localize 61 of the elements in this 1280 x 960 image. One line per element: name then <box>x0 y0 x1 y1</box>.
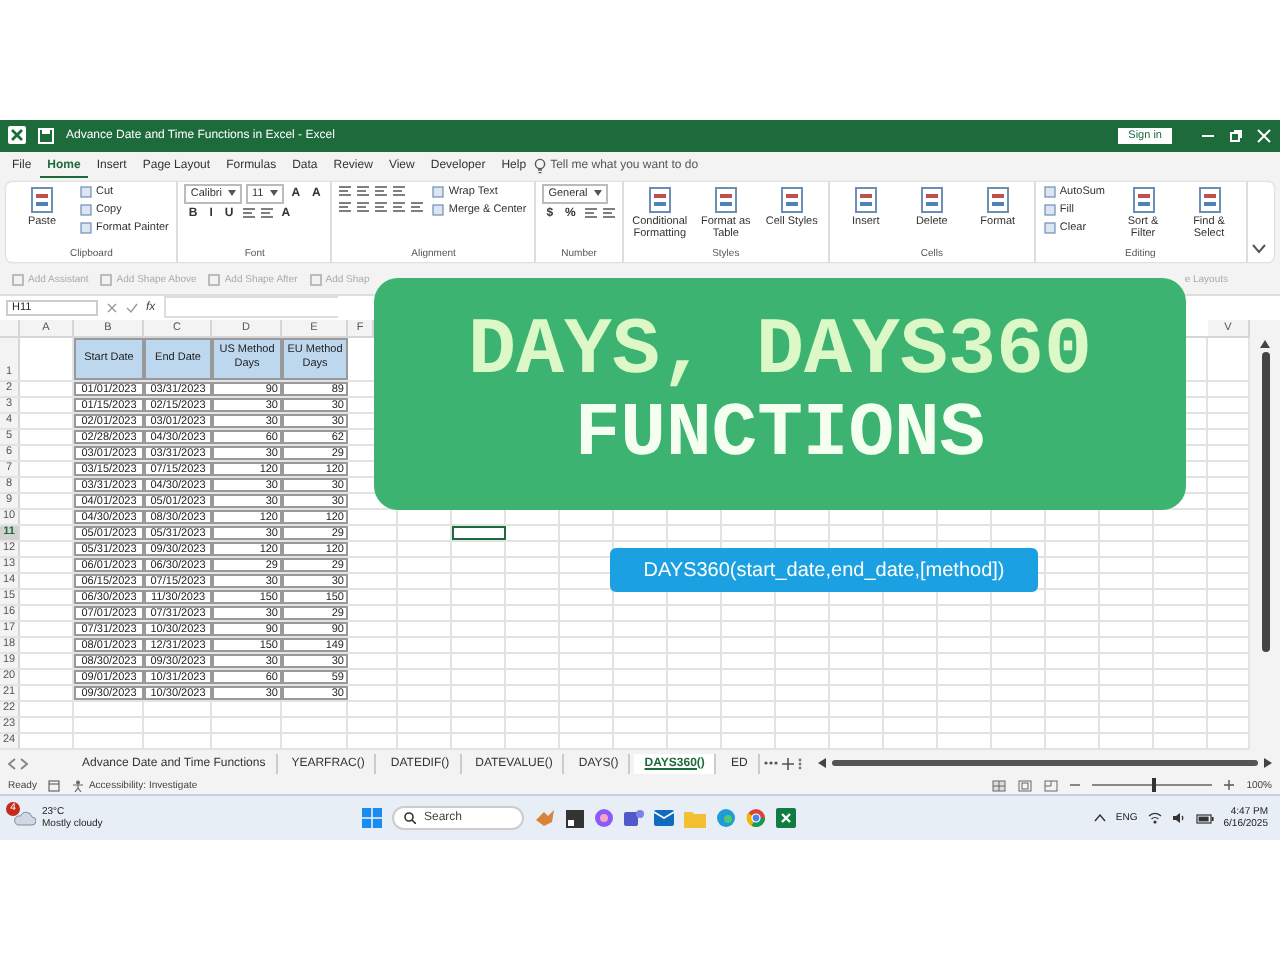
accessibility-icon <box>72 779 85 792</box>
lines-icon[interactable] <box>374 199 389 214</box>
save-icon <box>38 127 54 144</box>
mail-icon[interactable] <box>654 808 674 829</box>
normal-view-icon <box>992 779 1007 792</box>
bird-icon[interactable] <box>534 808 556 829</box>
lines-icon[interactable] <box>583 206 598 221</box>
macro-icon <box>48 779 61 792</box>
lines-icon[interactable] <box>338 183 353 198</box>
browser-icon[interactable] <box>716 808 736 829</box>
close-icon[interactable] <box>1256 127 1272 144</box>
zoom-slider-thumb[interactable] <box>1152 778 1157 793</box>
syntax-label: DAYS360(start_date,end_date,[method]) <box>610 548 1038 592</box>
collapse-ribbon-icon[interactable] <box>1252 244 1266 254</box>
battery-icon <box>1195 813 1214 824</box>
shape-icon <box>100 273 113 286</box>
shape-icon <box>309 273 322 286</box>
wifi-icon <box>1147 812 1162 825</box>
caret-icon <box>269 190 278 197</box>
shape-icon <box>208 273 221 286</box>
search-icon <box>404 812 416 825</box>
lines-icon[interactable] <box>338 199 353 214</box>
ellipsis-icon <box>763 760 778 767</box>
selected-cell[interactable] <box>452 525 506 540</box>
scroll-right-icon <box>1264 758 1272 769</box>
page-break-icon <box>1044 779 1059 792</box>
formula-input[interactable] <box>163 296 338 319</box>
lines-icon[interactable] <box>356 183 371 198</box>
lines-icon[interactable] <box>374 183 389 198</box>
lines-icon[interactable] <box>410 199 425 214</box>
zoom-in-icon <box>1224 780 1235 791</box>
drag-handle-icon <box>797 757 802 770</box>
check-icon <box>126 301 138 314</box>
restore-icon[interactable] <box>1228 127 1244 144</box>
add-sheet-icon[interactable] <box>781 757 794 770</box>
spreadsheet-logo-icon <box>8 126 26 145</box>
caret-icon <box>227 190 236 197</box>
banner-heading: DAYS, DAYS360 <box>467 314 1093 394</box>
spreadsheet-app-icon[interactable] <box>776 808 796 829</box>
shape-icon <box>12 273 24 286</box>
lines-icon[interactable] <box>356 199 371 214</box>
caret-icon <box>593 190 602 197</box>
banner-subheading: FUNCTIONS <box>574 398 986 474</box>
lines-icon[interactable] <box>392 183 407 198</box>
scroll-left-icon <box>817 758 826 769</box>
speaker-icon <box>1171 812 1186 825</box>
chevron-up-icon <box>1093 814 1106 823</box>
lines-icon[interactable] <box>392 199 407 214</box>
terminal-icon[interactable] <box>566 809 584 828</box>
zoom-out-icon <box>1070 780 1081 791</box>
browser-icon[interactable] <box>746 808 766 829</box>
lightbulb-icon <box>534 158 547 175</box>
people-icon[interactable] <box>624 808 644 829</box>
scrollbar-thumb[interactable] <box>831 760 1258 767</box>
lines-icon[interactable] <box>259 206 274 221</box>
cancel-icon <box>106 301 118 314</box>
lines-icon[interactable] <box>601 206 616 221</box>
lines-icon[interactable] <box>241 206 256 221</box>
start-button-icon[interactable] <box>362 808 382 829</box>
page-layout-icon <box>1018 779 1033 792</box>
cloud-icon <box>12 810 36 827</box>
